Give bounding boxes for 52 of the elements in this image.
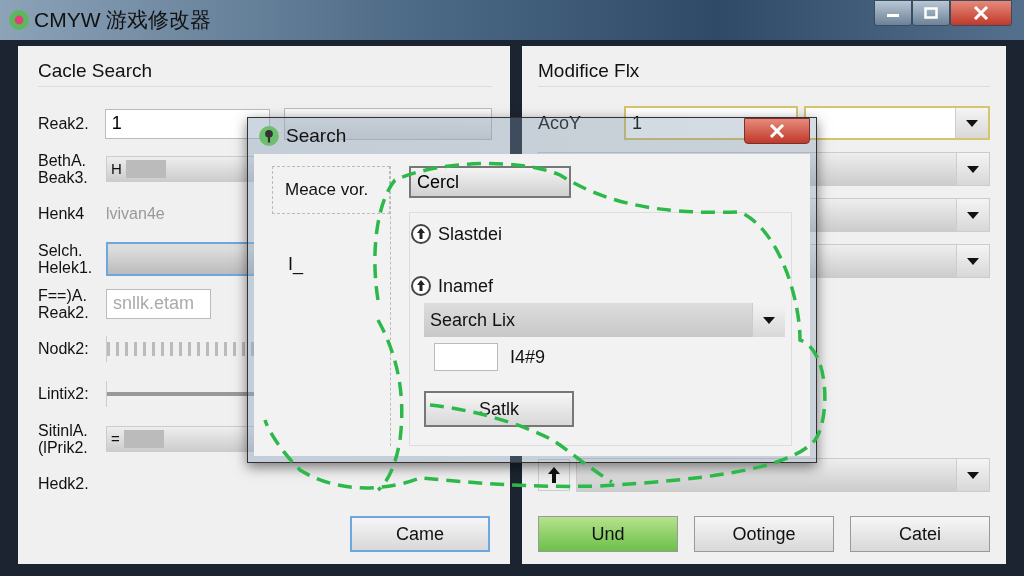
group-title: Modifice Flx <box>538 60 990 87</box>
field-label: SitinlA. (lPrik2. <box>38 421 89 456</box>
close-button[interactable] <box>744 118 810 144</box>
maximize-button[interactable] <box>912 0 950 26</box>
caret-icon <box>762 315 776 325</box>
flower-icon <box>8 9 30 31</box>
caret-icon <box>966 470 980 480</box>
field-label: Lintix2: <box>38 385 90 402</box>
input-field[interactable]: snllk.etam <box>106 288 211 319</box>
caret-icon <box>966 210 980 220</box>
note-text: I_ <box>287 254 305 275</box>
maximize-icon <box>924 7 938 19</box>
field-label: F==)A. Reak2. <box>38 286 90 321</box>
close-icon <box>769 124 785 138</box>
dropdown[interactable]: Search Lix <box>424 303 785 337</box>
satlk-button[interactable]: Satlk <box>424 391 574 427</box>
up-arrow-icon <box>548 467 560 483</box>
action-button[interactable]: Und <box>538 516 678 552</box>
up-button[interactable] <box>538 459 570 491</box>
dropdown[interactable] <box>804 106 990 140</box>
action-button[interactable]: Catei <box>850 516 990 552</box>
field-label: Henk4 <box>38 205 86 222</box>
came-button[interactable]: Came <box>350 516 490 552</box>
option-label: Slastdei <box>438 223 503 245</box>
input-field[interactable] <box>283 107 492 140</box>
dialog-title: Search <box>286 125 347 147</box>
caret-icon <box>966 256 980 266</box>
minimize-button[interactable] <box>874 0 912 26</box>
window-title: CMYW 游戏修改器 <box>34 7 212 33</box>
field-label: Meace vor. <box>285 180 369 200</box>
pin-icon <box>258 125 280 147</box>
close-icon <box>973 6 989 20</box>
dropdown[interactable] <box>576 458 990 492</box>
hint-text: lvivan4e <box>106 204 165 223</box>
field-label: Hedk2. <box>38 475 90 492</box>
action-button[interactable]: Ootinge <box>694 516 834 552</box>
caret-icon <box>966 164 980 174</box>
input-field[interactable]: 1 <box>104 108 270 139</box>
up-arrow-circle-icon[interactable] <box>410 275 432 297</box>
field-label: AcoY <box>538 112 583 134</box>
close-button[interactable] <box>950 0 1012 26</box>
code-text: I4#9 <box>510 346 546 368</box>
field-label: Nodk2: <box>38 340 90 357</box>
field-label: BethA. Beak3. <box>38 151 89 186</box>
up-arrow-circle-icon[interactable] <box>410 223 432 245</box>
option-label: Inamef <box>438 275 494 297</box>
field-label: Selch. Helek1. <box>38 241 94 276</box>
field-label: Reak2. <box>38 115 90 132</box>
caret-icon <box>965 118 979 128</box>
input-field[interactable] <box>434 343 498 371</box>
group-title: Cacle Search <box>38 60 492 87</box>
cercl-button[interactable]: Cercl <box>409 166 571 198</box>
